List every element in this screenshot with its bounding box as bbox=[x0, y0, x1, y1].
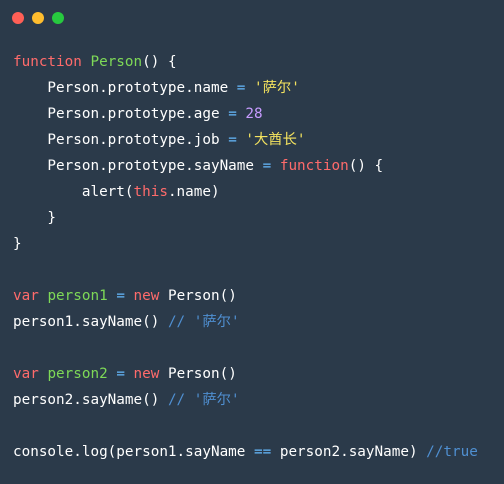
code-token: '大酋长' bbox=[245, 132, 306, 148]
maximize-dot-icon[interactable] bbox=[52, 12, 64, 24]
code-line: alert(this.name) bbox=[13, 179, 478, 205]
code-token: '萨尔' bbox=[254, 80, 300, 96]
code-token: person2.sayName) bbox=[271, 444, 427, 460]
code-token: Person.prototype.name bbox=[13, 80, 237, 96]
code-token: Person.prototype.age bbox=[13, 106, 229, 122]
code-token: var bbox=[13, 366, 39, 382]
code-token: alert( bbox=[13, 184, 134, 200]
code-token: Person.prototype.sayName bbox=[13, 158, 263, 174]
code-token: console.log(person1.sayName bbox=[13, 444, 255, 460]
code-token: () { bbox=[348, 158, 384, 174]
code-line: Person.prototype.sayName = function() { bbox=[13, 153, 478, 179]
code-line: console.log(person1.sayName == person2.s… bbox=[13, 439, 478, 465]
code-token: Person() bbox=[159, 366, 237, 382]
code-token: person1.sayName() bbox=[13, 314, 168, 330]
close-dot-icon[interactable] bbox=[12, 12, 24, 24]
code-token: var bbox=[13, 288, 39, 304]
code-token: = bbox=[228, 106, 237, 122]
code-line: Person.prototype.name = '萨尔' bbox=[13, 75, 478, 101]
code-token: Person() bbox=[159, 288, 237, 304]
code-line: var person1 = new Person() bbox=[13, 283, 478, 309]
code-line: } bbox=[13, 231, 478, 257]
code-token: Person bbox=[90, 54, 143, 70]
code-token: 28 bbox=[245, 106, 263, 122]
code-token: this bbox=[133, 184, 168, 200]
code-token: new bbox=[133, 366, 160, 382]
code-token: } bbox=[13, 236, 22, 252]
minimize-dot-icon[interactable] bbox=[32, 12, 44, 24]
code-line: person2.sayName() // '萨尔' bbox=[13, 387, 478, 413]
code-line: } bbox=[13, 205, 478, 231]
code-line: var person2 = new Person() bbox=[13, 361, 478, 387]
code-token: = bbox=[116, 366, 125, 382]
code-token: person2.sayName() bbox=[13, 392, 168, 408]
code-token: function bbox=[13, 54, 82, 70]
code-line: function Person() { bbox=[13, 49, 478, 75]
code-token: // '萨尔' bbox=[167, 314, 240, 330]
code-token: person2 bbox=[47, 366, 108, 382]
code-token: function bbox=[279, 158, 349, 174]
code-token: = bbox=[116, 288, 125, 304]
code-line: Person.prototype.age = 28 bbox=[13, 101, 478, 127]
code-block: function Person() { Person.prototype.nam… bbox=[13, 49, 478, 465]
window-titlebar bbox=[0, 0, 504, 38]
code-window: function Person() { Person.prototype.nam… bbox=[0, 0, 504, 484]
code-token: // '萨尔' bbox=[167, 392, 240, 408]
code-token: .name) bbox=[167, 184, 220, 200]
code-line: Person.prototype.job = '大酋长' bbox=[13, 127, 478, 153]
code-token: == bbox=[254, 444, 272, 460]
code-token: person1 bbox=[47, 288, 108, 304]
code-token: = bbox=[262, 158, 272, 174]
code-token: = bbox=[228, 132, 237, 148]
code-token: Person.prototype.job bbox=[13, 132, 229, 148]
code-line: person1.sayName() // '萨尔' bbox=[13, 309, 478, 335]
code-token: new bbox=[133, 288, 160, 304]
code-token: () { bbox=[142, 54, 177, 70]
code-token: } bbox=[13, 210, 57, 226]
code-token: //true bbox=[426, 444, 478, 460]
